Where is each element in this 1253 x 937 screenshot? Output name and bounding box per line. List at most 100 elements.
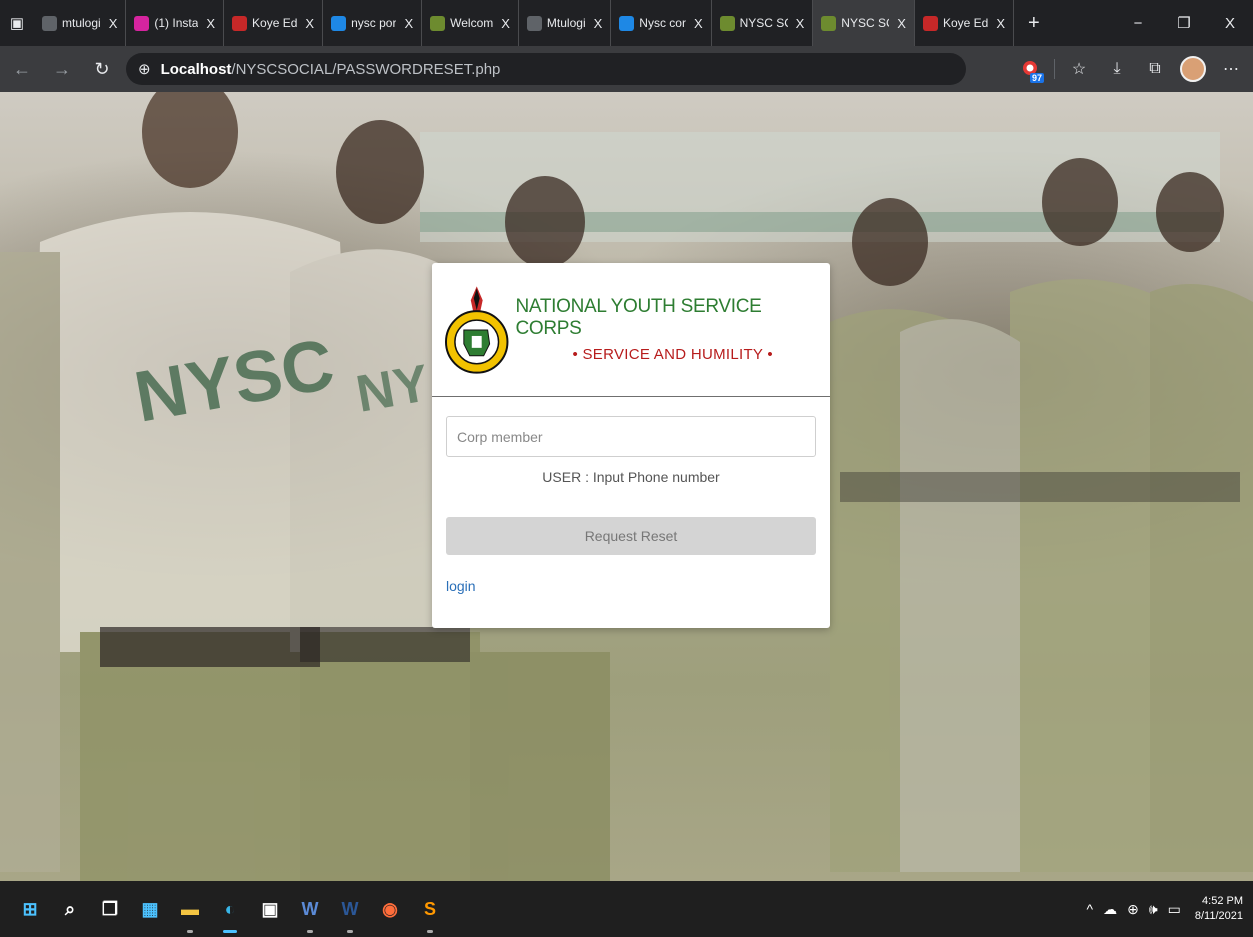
card-header: NATIONAL YOUTH SERVICE CORPS • SERVICE A… — [432, 263, 830, 396]
widgets-glyph-icon: ▦ — [141, 898, 159, 919]
bing-icon — [331, 15, 347, 31]
taskbar-media-icon[interactable]: ◉ — [374, 893, 406, 925]
tab-actions-icon[interactable]: ▣ — [0, 0, 34, 46]
tab-title: Welcom — [450, 16, 494, 30]
search-glyph-icon: ⌕ — [64, 898, 76, 919]
edge-glyph-icon: ◐ — [224, 898, 236, 919]
input-hint: USER : Input Phone number — [542, 469, 720, 485]
running-indicator — [427, 930, 433, 933]
new-tab-button[interactable]: + — [1014, 12, 1054, 35]
taskbar-widgets-icon[interactable]: ▦ — [134, 893, 166, 925]
tab-close-icon[interactable]: X — [501, 16, 510, 31]
browser-tab[interactable]: nysc por X — [323, 0, 423, 46]
windows-taskbar: ⊞ ⌕ ❐ ▦ ▬ ◐ ▣ W W ◉ S ^ ☁ ⊕ 🕪 ▭ 4:52 PM 8/11/2021 — [0, 881, 1253, 937]
tab-close-icon[interactable]: X — [694, 16, 703, 31]
toolbar-separator — [1054, 59, 1055, 79]
tab-close-icon[interactable]: X — [897, 16, 906, 31]
taskbar-word-alt-icon[interactable]: W — [294, 893, 326, 933]
tab-title: nysc por — [351, 16, 397, 30]
card-body: USER : Input Phone number Request Reset … — [432, 397, 830, 596]
profile-button[interactable] — [1179, 55, 1207, 83]
avatar — [1180, 56, 1206, 82]
tab-title: NYSC SC — [841, 16, 889, 30]
taskbar-file-explorer-icon[interactable]: ▬ — [174, 893, 206, 933]
tab-close-icon[interactable]: X — [796, 16, 805, 31]
running-indicator — [187, 930, 193, 933]
restore-button[interactable]: ❐ — [1161, 0, 1207, 46]
brand-text: NATIONAL YOUTH SERVICE CORPS • SERVICE A… — [515, 296, 830, 363]
taskbar-sublime-icon[interactable]: S — [414, 893, 446, 933]
browser-tab[interactable]: Nysc cor X — [611, 0, 712, 46]
url-path: /NYSCSOCIAL/PASSWORDRESET.php — [231, 60, 501, 78]
taskbar-search-icon[interactable]: ⌕ — [54, 893, 86, 925]
tab-list: mtulogi X (1) Insta X Koye Ed Xnysc por X Welco… — [34, 0, 1015, 46]
browser-tab[interactable]: NYSC SC X — [813, 0, 915, 46]
back-button[interactable]: ← — [4, 51, 40, 87]
url-host: Localhost — [160, 60, 232, 78]
browser-tab[interactable]: Mtulogi X — [519, 0, 612, 46]
file-explorer-glyph-icon: ▬ — [181, 898, 199, 919]
tab-close-icon[interactable]: X — [404, 16, 413, 31]
browser-tab[interactable]: Welcom X — [422, 0, 519, 46]
reload-button[interactable]: ↻ — [84, 51, 120, 87]
tab-title: (1) Insta — [154, 16, 199, 30]
forward-button[interactable]: → — [44, 51, 80, 87]
minimize-button[interactable]: − — [1115, 0, 1161, 46]
close-window-button[interactable]: X — [1207, 0, 1253, 46]
tab-close-icon[interactable]: X — [996, 16, 1005, 31]
tab-title: Koye Ed — [942, 16, 989, 30]
tab-title: Nysc cor — [639, 16, 686, 30]
login-link[interactable]: login — [446, 578, 476, 594]
taskbar-edge-icon[interactable]: ◐ — [214, 893, 246, 933]
address-bar[interactable]: ⊕ Localhost/NYSCSOCIAL/PASSWORDRESET.php — [126, 53, 966, 85]
volume-icon[interactable]: 🕪 — [1149, 901, 1158, 918]
nysc-logo-icon — [444, 285, 509, 374]
taskbar-word-icon[interactable]: W — [334, 893, 366, 933]
clock[interactable]: 4:52 PM 8/11/2021 — [1195, 894, 1243, 924]
running-indicator — [307, 930, 313, 933]
globe-icon: ⊕ — [138, 61, 151, 78]
start-glyph-icon: ⊞ — [22, 898, 38, 919]
tab-close-icon[interactable]: X — [594, 16, 603, 31]
extension-icon[interactable]: 97 — [1016, 55, 1044, 83]
tab-close-icon[interactable]: X — [109, 16, 118, 31]
taskbar-store-icon[interactable]: ▣ — [254, 893, 286, 925]
clock-date: 8/11/2021 — [1194, 910, 1243, 922]
network-icon[interactable]: ⊕ — [1127, 901, 1139, 918]
browser-tab[interactable]: Koye Ed X — [224, 0, 324, 46]
media-glyph-icon: ◉ — [382, 898, 398, 919]
tab-title: NYSC SC — [739, 16, 788, 30]
downloads-icon[interactable]: ⤓ — [1103, 55, 1131, 83]
browser-tab[interactable]: Koye Ed X — [915, 0, 1015, 46]
collections-icon[interactable]: ⧉ — [1141, 55, 1169, 83]
toolbar-actions: 97 ☆ ⤓ ⧉ ⋯ — [1016, 46, 1245, 92]
tray-chevron-icon[interactable]: ^ — [1087, 901, 1094, 917]
browser-toolbar: ← → ↻ ⊕ Localhost/NYSCSOCIAL/PASSWORDRES… — [0, 46, 1253, 92]
battery-icon[interactable]: ▭ — [1168, 901, 1181, 918]
extension-badge: 97 — [1029, 73, 1044, 83]
tab-title: mtulogi — [62, 16, 101, 30]
tab-title: Koye Ed — [252, 16, 298, 30]
tab-close-icon[interactable]: X — [206, 16, 215, 31]
settings-more-icon[interactable]: ⋯ — [1217, 55, 1245, 83]
tab-title: Mtulogi — [546, 16, 586, 30]
taskbar-task-view-icon[interactable]: ❐ — [94, 893, 126, 925]
tab-close-icon[interactable]: X — [305, 16, 314, 31]
phone-number-input[interactable] — [446, 416, 816, 457]
nysc-icon — [821, 15, 837, 31]
browser-tab[interactable]: (1) Insta X — [126, 0, 225, 46]
browser-tab[interactable]: mtulogi X — [34, 0, 127, 46]
pdf-icon — [232, 15, 248, 31]
favorites-icon[interactable]: ☆ — [1065, 55, 1093, 83]
taskbar-start-icon[interactable]: ⊞ — [14, 893, 46, 925]
instagram-icon — [134, 15, 150, 31]
cloud-icon[interactable]: ☁ — [1103, 901, 1117, 918]
store-glyph-icon: ▣ — [261, 898, 279, 919]
nysc-icon — [719, 15, 735, 31]
svg-text:NY: NY — [352, 354, 433, 424]
request-reset-button[interactable]: Request Reset — [446, 517, 816, 555]
word-alt-glyph-icon: W — [301, 898, 319, 919]
page-background: NYSC NY NATIONAL YOUTH SERVICE CORPS • S… — [0, 92, 1253, 881]
running-indicator — [223, 930, 237, 933]
browser-tab[interactable]: NYSC SC X — [712, 0, 814, 46]
